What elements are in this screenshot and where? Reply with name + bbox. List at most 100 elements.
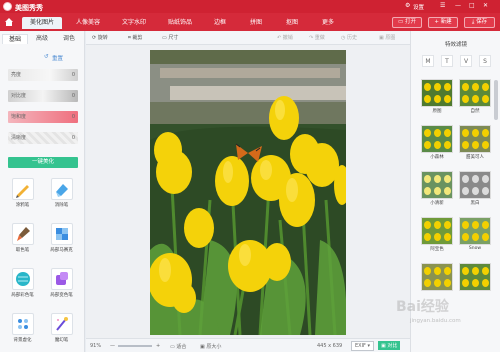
filter-thumb[interactable]: [421, 263, 453, 298]
tulip-dot: [444, 141, 451, 149]
tab-beautify[interactable]: 美化图片: [22, 17, 62, 29]
tulip-dot: [482, 221, 489, 229]
reset-icon[interactable]: ↺: [44, 54, 49, 60]
exif-label: EXIF: [355, 343, 366, 349]
tulip-dot: [424, 83, 431, 91]
mosaic-tool[interactable]: 局部马赛克: [47, 223, 76, 259]
filter-thumb[interactable]: Snow: [459, 217, 491, 252]
crop-button[interactable]: ⌗ 裁剪: [128, 34, 142, 41]
saturation-slider[interactable]: 饱和度 0: [8, 111, 78, 123]
eraser-icon: [50, 178, 73, 200]
tulip-photo[interactable]: [150, 50, 346, 335]
tulip-dot: [424, 279, 431, 287]
tulip-dot: [482, 95, 489, 103]
eraser-tool[interactable]: 消除笔: [47, 178, 76, 214]
filter-thumb[interactable]: [459, 263, 491, 298]
tab-color[interactable]: 调色: [56, 34, 82, 44]
background-blur-tool[interactable]: 背景虚化: [8, 313, 37, 349]
filter-label: 阿宝色: [430, 247, 444, 252]
reset-button[interactable]: 重置: [52, 54, 63, 62]
brightness-slider[interactable]: 亮度 0: [8, 69, 78, 81]
compare-button[interactable]: ▣ 对比: [378, 341, 401, 350]
tab-portrait[interactable]: 人像美容: [68, 17, 108, 29]
filter-label: 原图: [432, 109, 442, 114]
new-button[interactable]: + 新建: [428, 17, 458, 28]
tulip-dot: [472, 279, 479, 287]
tulip-dot: [462, 141, 469, 149]
filter-thumb[interactable]: 甜美可人: [459, 125, 491, 160]
open-button[interactable]: ▭ 打开: [392, 17, 422, 28]
filter-label: 甜美可人: [466, 155, 484, 160]
sharpness-slider[interactable]: 清晰度 0: [8, 132, 78, 144]
filter-thumb[interactable]: 原图: [421, 79, 453, 114]
resize-button[interactable]: ▭ 尺寸: [162, 34, 178, 41]
filter-tab-m[interactable]: M: [422, 55, 434, 67]
filter-tab-t[interactable]: T: [441, 55, 453, 67]
tab-advanced[interactable]: 高级: [29, 34, 55, 44]
filter-thumb[interactable]: 小森林: [421, 125, 453, 160]
tulip-dot: [434, 95, 441, 103]
tab-stickers[interactable]: 贴纸饰品: [160, 17, 200, 29]
one-click-beautify-button[interactable]: 一键美化: [8, 157, 78, 168]
watermark: Bai经验: [396, 299, 449, 315]
tab-cutout[interactable]: 抠图: [278, 17, 306, 29]
settings-label[interactable]: 设置: [413, 3, 424, 11]
filter-preview: [421, 125, 453, 153]
magic-pen-tool[interactable]: 魔幻笔: [47, 313, 76, 349]
tab-collage[interactable]: 拼图: [242, 17, 270, 29]
fit-button[interactable]: ▭ 适合: [170, 343, 186, 350]
tab-more[interactable]: 更多: [314, 17, 342, 29]
zoom-in-icon[interactable]: +: [156, 343, 160, 349]
filter-thumb[interactable]: 阿宝色: [421, 217, 453, 252]
color-pen-label: 局部彩色笔: [11, 293, 34, 298]
rotate-button[interactable]: ⟳ 旋转: [92, 34, 108, 41]
filter-thumb[interactable]: 黑白: [459, 171, 491, 206]
tab-basic[interactable]: 基础: [2, 34, 28, 44]
close-icon[interactable]: ✕: [483, 2, 488, 9]
tulip-dot: [444, 129, 451, 137]
minimize-icon[interactable]: —: [455, 2, 461, 9]
skin-icon[interactable]: ☰: [440, 2, 445, 9]
filter-tab-s[interactable]: S: [479, 55, 491, 67]
watermark-url: jingyan.baidu.com: [410, 318, 461, 324]
tulip-dot: [424, 141, 431, 149]
filter-preview: [459, 79, 491, 107]
settings-gear-icon[interactable]: ⚙: [405, 2, 410, 9]
tulip-dot: [444, 267, 451, 275]
filter-thumb[interactable]: 小清新: [421, 171, 453, 206]
edit-toolbar: ⟳ 旋转 ⌗ 裁剪 ▭ 尺寸 ↶ 撤销 ↷ 重做 ◷ 历史 ▣ 原图: [86, 31, 410, 45]
filter-label: 小森林: [430, 155, 444, 160]
filter-panel-title: 特效滤镜: [444, 42, 467, 48]
home-icon[interactable]: [4, 17, 14, 27]
save-button[interactable]: ⤓ 保存: [464, 17, 495, 28]
filter-scrollbar[interactable]: [494, 80, 498, 120]
resize-label: 尺寸: [168, 35, 179, 41]
tab-frames[interactable]: 边框: [206, 17, 234, 29]
redo-button[interactable]: ↷ 重做: [309, 34, 325, 41]
recolor-pen-tool[interactable]: 局部变色笔: [47, 268, 76, 304]
zoom-slider[interactable]: [118, 345, 152, 347]
history-button[interactable]: ◷ 历史: [341, 34, 357, 41]
contrast-value: 0: [71, 93, 75, 99]
doodle-pen-tool[interactable]: 涂鸦笔: [8, 178, 37, 214]
fit-label: 适合: [176, 344, 187, 350]
maximize-icon[interactable]: □: [469, 2, 475, 9]
original-size-button[interactable]: ▣ 原大小: [200, 343, 221, 350]
new-label: 新建: [440, 19, 452, 25]
contrast-slider[interactable]: 对比度 0: [8, 90, 78, 102]
tab-text-watermark[interactable]: 文字水印: [114, 17, 154, 29]
zoom-out-icon[interactable]: —: [110, 343, 115, 349]
undo-button[interactable]: ↶ 撤销: [277, 34, 293, 41]
tulip-dot: [424, 129, 431, 137]
background-blur-label: 背景虚化: [13, 338, 32, 343]
tulip-dot: [472, 187, 479, 195]
open-label: 打开: [404, 19, 416, 25]
filter-thumb[interactable]: 自然: [459, 79, 491, 114]
original-button[interactable]: ▣ 原图: [379, 34, 395, 41]
tulip-dot: [424, 221, 431, 229]
color-pen-tool[interactable]: 局部彩色笔: [8, 268, 37, 304]
color-picker-tool[interactable]: 取色笔: [8, 223, 37, 259]
original-size-label: 原大小: [206, 344, 222, 350]
exif-button[interactable]: EXIF ▾: [351, 341, 375, 351]
filter-tab-v[interactable]: V: [460, 55, 472, 67]
